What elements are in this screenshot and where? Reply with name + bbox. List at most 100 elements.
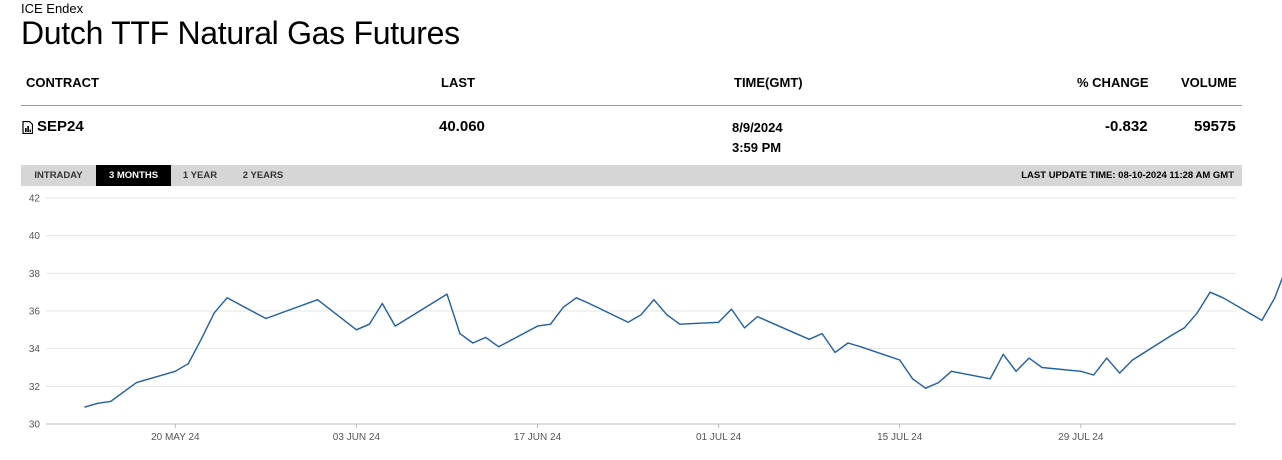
x-tick-label: 20 MAY 24 — [151, 432, 200, 443]
data-point — [834, 351, 836, 354]
data-point — [627, 321, 629, 323]
x-tick-label: 17 JUN 24 — [514, 432, 562, 443]
y-tick-label: 42 — [29, 194, 41, 205]
data-point — [924, 387, 927, 389]
data-point — [472, 342, 474, 344]
data-point — [174, 370, 176, 372]
data-point — [394, 325, 396, 327]
data-point — [200, 338, 202, 340]
contract-symbol: SEP24 — [37, 118, 84, 135]
price-chart: 30 32 34 36 38 40 42 20 MAY 24 03 JUN 24 17 JUN 2… — [29, 194, 1282, 443]
data-point — [1028, 357, 1030, 359]
page-title: Dutch TTF Natural Gas Futures — [21, 15, 460, 51]
data-point — [1222, 297, 1224, 299]
header-divider — [21, 105, 1242, 106]
data-point — [355, 329, 358, 331]
data-point — [899, 359, 901, 361]
data-point — [498, 346, 500, 348]
data-point — [549, 323, 552, 325]
data-point — [1196, 312, 1198, 314]
y-tick-label: 38 — [29, 269, 41, 280]
data-point — [1002, 353, 1004, 355]
data-point — [653, 299, 655, 301]
tab-1-year[interactable]: 1 YEAR — [171, 165, 229, 186]
data-point — [1183, 327, 1185, 329]
trade-clock-time: 3:59 PM — [732, 140, 782, 155]
data-point — [135, 381, 138, 384]
data-point — [860, 346, 862, 348]
data-point — [679, 323, 681, 325]
data-point — [756, 316, 759, 318]
trade-time: 8/9/2024 3:59 PM — [732, 118, 783, 158]
data-point — [847, 342, 849, 344]
column-header-time: TIME(GMT) — [734, 75, 803, 90]
range-tab-bar: INTRADAY 3 MONTHS 1 YEAR 2 YEARS LAST UP… — [21, 165, 1242, 186]
y-tick-label: 36 — [29, 307, 41, 318]
exchange-name: ICE Endex — [21, 1, 84, 16]
data-point — [1131, 359, 1134, 361]
data-point — [588, 302, 590, 305]
data-point — [743, 327, 746, 329]
data-point — [1080, 370, 1082, 372]
data-point — [769, 321, 771, 323]
contract-cell[interactable]: SEP24 — [22, 118, 84, 136]
x-tick-label: 29 JUL 24 — [1058, 432, 1104, 443]
data-point — [562, 306, 564, 308]
tab-3-months[interactable]: 3 MONTHS — [96, 165, 171, 186]
x-tick-label: 01 JUL 24 — [696, 432, 742, 443]
data-point — [718, 321, 720, 323]
tab-intraday[interactable]: INTRADAY — [21, 165, 96, 186]
data-point — [84, 406, 86, 408]
data-point — [446, 293, 448, 295]
x-tick-label: 15 JUL 24 — [877, 432, 923, 443]
data-point — [730, 308, 733, 310]
data-point — [666, 314, 668, 316]
data-point — [1209, 291, 1211, 293]
data-point — [950, 370, 953, 372]
trade-date: 8/9/2024 — [732, 120, 783, 135]
data-point — [213, 312, 215, 314]
x-tick-label: 03 JUN 24 — [333, 432, 381, 443]
volume-value: 59575 — [1194, 118, 1236, 135]
data-point — [226, 297, 228, 299]
last-update-time: LAST UPDATE TIME: 08-10-2024 11:28 AM GM… — [1021, 170, 1234, 181]
data-point — [640, 314, 642, 316]
data-point — [821, 333, 823, 335]
y-tick-label: 40 — [29, 231, 41, 242]
document-icon — [22, 120, 34, 134]
price-series-line — [84, 276, 1282, 408]
data-point — [989, 378, 991, 380]
data-point — [459, 333, 461, 335]
column-header-volume: VOLUME — [1181, 75, 1237, 90]
column-header-last: LAST — [441, 75, 475, 90]
column-header-change: % CHANGE — [1077, 75, 1149, 90]
tab-2-years[interactable]: 2 YEARS — [229, 165, 297, 186]
data-point — [368, 323, 370, 325]
data-point — [575, 297, 577, 299]
data-point — [912, 378, 914, 380]
y-tick-label: 30 — [29, 420, 41, 431]
data-point — [187, 363, 189, 365]
data-point — [1170, 334, 1172, 337]
y-tick-label: 34 — [29, 344, 41, 355]
data-point — [1041, 366, 1043, 369]
data-point — [317, 299, 319, 301]
data-point — [381, 302, 383, 305]
data-point — [536, 325, 539, 327]
last-price: 40.060 — [439, 118, 485, 135]
column-header-contract: CONTRACT — [26, 75, 99, 90]
data-point — [110, 400, 112, 402]
data-point — [1274, 297, 1276, 299]
data-point — [97, 402, 99, 404]
data-point — [808, 338, 810, 340]
data-point — [937, 381, 940, 384]
y-tick-label: 32 — [29, 382, 41, 393]
data-point — [1118, 372, 1121, 374]
data-point — [1015, 370, 1017, 372]
data-point — [1093, 374, 1095, 376]
percent-change: -0.832 — [1105, 118, 1148, 135]
data-point — [1106, 357, 1108, 359]
data-point — [485, 336, 487, 338]
data-point — [1261, 319, 1263, 322]
data-point — [265, 317, 267, 320]
